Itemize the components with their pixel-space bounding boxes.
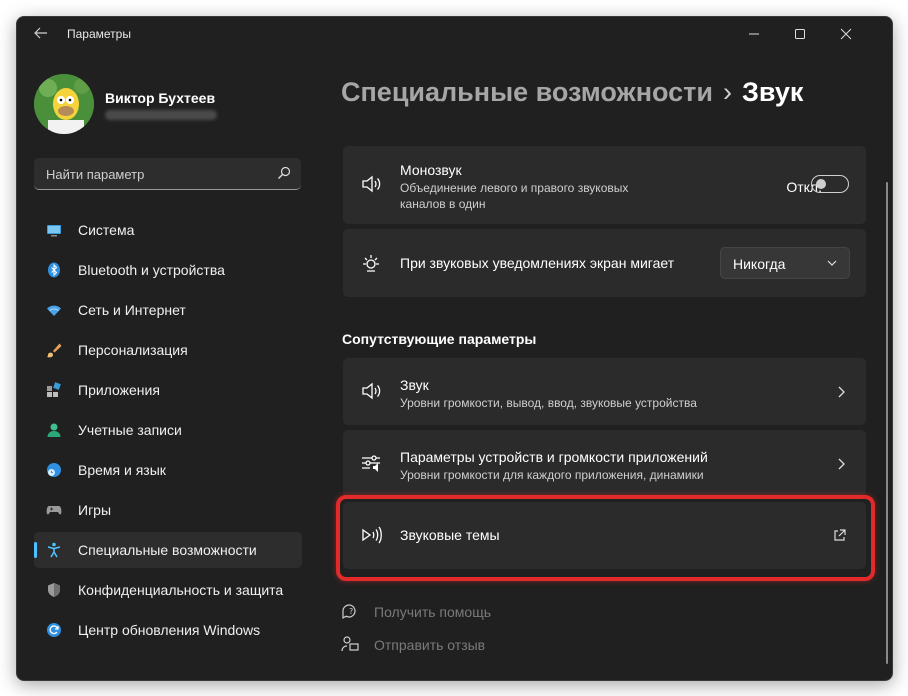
user-name: Виктор Бухтеев <box>105 90 216 106</box>
highlight-frame <box>336 495 875 581</box>
related-sound-title: Звук <box>400 377 429 393</box>
wifi-icon <box>47 305 61 316</box>
related-app-volume-card[interactable]: Параметры устройств и громкости приложен… <box>343 430 866 497</box>
speaker-icon <box>362 175 381 193</box>
sidebar-item-windows-update[interactable]: Центр обновления Windows <box>34 612 302 648</box>
mono-audio-description: Объединение левого и правого звуковых ка… <box>400 181 629 211</box>
flash-icon <box>363 255 379 272</box>
chevron-right-icon <box>838 386 845 398</box>
related-app-volume-title: Параметры устройств и громкости приложен… <box>400 449 708 465</box>
mono-toggle[interactable] <box>811 175 849 193</box>
dropdown-value: Никогда <box>733 256 786 272</box>
monitor-icon <box>47 225 61 237</box>
bluetooth-icon <box>48 262 60 278</box>
sidebar-item-label: Конфиденциальность и защита <box>78 582 284 598</box>
sidebar-item-network[interactable]: Сеть и Интернет <box>34 292 302 328</box>
minimize-icon <box>749 33 759 35</box>
chevron-right-icon <box>838 458 845 470</box>
close-button[interactable] <box>823 17 869 51</box>
mono-audio-title: Монозвук <box>400 162 462 178</box>
sidebar-item-system[interactable]: Система <box>34 212 302 248</box>
breadcrumb: Специальные возможности › Звук <box>341 77 803 108</box>
sidebar-item-accounts[interactable]: Учетные записи <box>34 412 302 448</box>
chevron-down-icon <box>827 260 837 266</box>
sidebar-item-label: Bluetooth и устройства <box>78 262 225 278</box>
sidebar-item-gaming[interactable]: Игры <box>34 492 302 528</box>
close-icon <box>840 28 852 40</box>
sidebar-item-time-language[interactable]: Время и язык <box>34 452 302 488</box>
flash-screen-dropdown[interactable]: Никогда <box>720 247 850 279</box>
help-icon: ? <box>342 604 356 620</box>
get-help-link[interactable]: Получить помощь <box>374 604 491 620</box>
maximize-button[interactable] <box>777 17 823 51</box>
breadcrumb-parent[interactable]: Специальные возможности <box>341 77 713 107</box>
sidebar-item-accessibility[interactable]: Специальные возможности <box>34 532 302 568</box>
maximize-icon <box>795 29 805 39</box>
person-icon <box>47 423 61 437</box>
sidebar-item-privacy[interactable]: Конфиденциальность и защита <box>34 572 302 608</box>
related-sound-card[interactable]: Звук Уровни громкости, вывод, ввод, звук… <box>343 358 866 425</box>
scrollbar[interactable] <box>886 182 888 664</box>
search-box[interactable]: Найти параметр <box>34 158 301 190</box>
send-feedback-link[interactable]: Отправить отзыв <box>374 637 485 653</box>
user-email-blurred <box>105 110 217 120</box>
sidebar-item-label: Персонализация <box>78 342 188 358</box>
app-title: Параметры <box>67 27 131 41</box>
settings-window: Параметры Виктор Бухтеев Найти параметр <box>16 16 893 681</box>
page-title: Звук <box>741 77 804 107</box>
gamepad-icon <box>46 506 62 515</box>
sidebar-item-label: Учетные записи <box>78 422 182 438</box>
svg-text:?: ? <box>349 607 353 616</box>
mixer-icon <box>362 455 380 472</box>
sidebar-item-label: Приложения <box>78 382 160 398</box>
toggle-knob <box>816 179 826 189</box>
back-arrow-icon[interactable] <box>30 26 52 44</box>
search-input[interactable]: Найти параметр <box>46 167 144 182</box>
sidebar-item-personalization[interactable]: Персонализация <box>34 332 302 368</box>
globe-clock-icon <box>47 463 61 477</box>
sidebar-item-label: Время и язык <box>78 462 166 478</box>
related-sound-description: Уровни громкости, вывод, ввод, звуковые … <box>400 396 697 410</box>
accessibility-icon <box>47 542 61 558</box>
sidebar-item-label: Игры <box>78 502 112 518</box>
avatar[interactable] <box>34 74 94 134</box>
apps-icon <box>47 382 61 397</box>
minimize-button[interactable] <box>731 17 777 51</box>
title-bar: Параметры <box>17 17 892 51</box>
flash-screen-title: При звуковых уведомлениях экран мигает <box>400 255 675 271</box>
update-icon <box>47 623 61 637</box>
shield-icon <box>48 583 60 597</box>
feedback-icon <box>341 636 359 652</box>
breadcrumb-separator: › <box>722 77 732 107</box>
sidebar-item-label: Центр обновления Windows <box>78 622 261 638</box>
related-app-volume-description: Уровни громкости для каждого приложения,… <box>400 468 704 482</box>
sidebar-item-apps[interactable]: Приложения <box>34 372 302 408</box>
brush-icon <box>47 343 62 358</box>
sidebar-item-label: Специальные возможности <box>78 542 257 558</box>
speaker-icon <box>362 382 381 400</box>
sidebar-item-label: Система <box>78 222 135 238</box>
sidebar-item-label: Сеть и Интернет <box>78 302 186 318</box>
sidebar-nav: Система Bluetooth и устройства Сеть и Ин… <box>34 212 302 652</box>
search-icon[interactable] <box>277 166 291 180</box>
sidebar-item-bluetooth[interactable]: Bluetooth и устройства <box>34 252 302 288</box>
related-settings-heading: Сопутствующие параметры <box>342 331 537 347</box>
